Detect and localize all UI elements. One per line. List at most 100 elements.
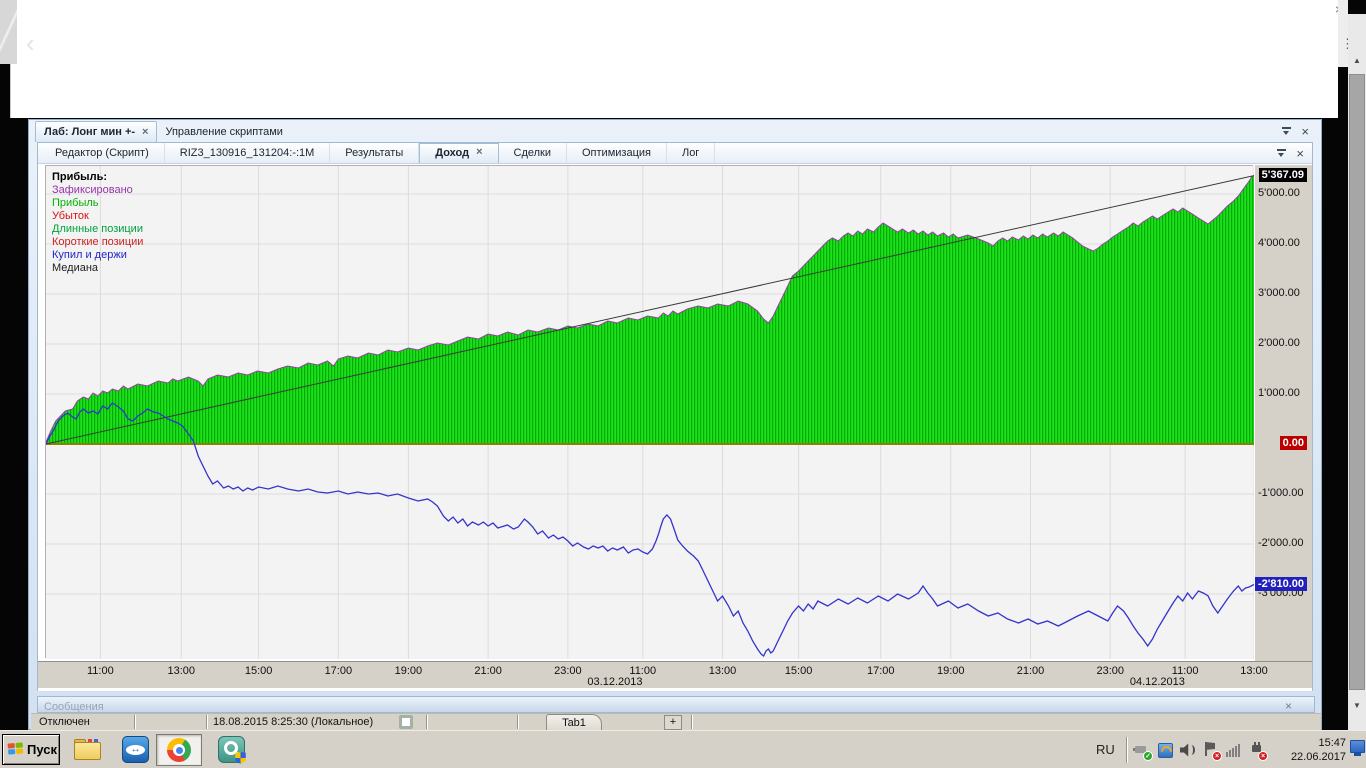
volume-icon[interactable] bbox=[1179, 741, 1197, 759]
x-tick-label: 21:00 bbox=[1016, 665, 1045, 677]
divider bbox=[426, 715, 428, 729]
network-disconnected-icon[interactable]: × bbox=[1248, 741, 1268, 761]
x-date-label: 03.12.2013 bbox=[587, 676, 643, 688]
tab-label: Доход bbox=[435, 147, 470, 159]
tray-date: 22.06.2017 bbox=[1290, 751, 1346, 763]
y-tick-label: 2'000.00 bbox=[1258, 337, 1300, 349]
close-icon[interactable]: × bbox=[1285, 699, 1292, 712]
browser-scrollbar[interactable]: ▲ ▼ bbox=[1348, 14, 1366, 730]
tab-label: Результаты bbox=[345, 147, 404, 159]
equity-chart-plot[interactable]: Прибыль: Зафиксировано Прибыль Убыток Длинны… bbox=[45, 165, 1254, 659]
desktop: ‹ × ⋮ ▲ ▼ Лаб: Лонг мин +-×Управление ск… bbox=[0, 0, 1366, 768]
explorer-icon[interactable] bbox=[74, 739, 101, 761]
quik-icon[interactable] bbox=[218, 736, 246, 764]
legend-item-3: Длинные позиции bbox=[52, 223, 143, 235]
chrome-taskbar-button[interactable] bbox=[156, 734, 202, 766]
status-datetime: 18.08.2015 8:25:30 (Локальное) bbox=[213, 716, 374, 728]
document-panel: Редактор (Скрипт) RIZ3_130916_131204:-:1M… bbox=[37, 142, 1313, 691]
x-axis: 11:00 13:00 15:00 17:00 19:00 21:00 23:00 11:00… bbox=[38, 661, 1312, 688]
legend-item-0: Зафиксировано bbox=[52, 184, 133, 196]
back-arrow-icon: ‹ bbox=[26, 28, 35, 58]
add-tab-button[interactable]: + bbox=[664, 715, 682, 730]
doc-tab-2[interactable]: Результаты bbox=[330, 143, 420, 163]
doc-tab-3[interactable]: Доход × bbox=[419, 143, 499, 163]
system-tray: ✓ × × bbox=[1133, 741, 1268, 761]
tray-clock[interactable]: 15:47 22.06.2017 bbox=[1274, 736, 1346, 764]
chrome-icon bbox=[167, 738, 191, 762]
teamviewer-icon[interactable]: ↔ bbox=[122, 736, 149, 763]
window-tab-1[interactable]: Управление скриптами bbox=[157, 122, 290, 142]
usb-safely-remove-icon[interactable]: ✓ bbox=[1133, 741, 1153, 761]
tab-close-icon[interactable]: × bbox=[142, 127, 148, 138]
x-tick-label: 17:00 bbox=[324, 665, 353, 677]
x-tick-label: 15:00 bbox=[244, 665, 273, 677]
start-label: Пуск bbox=[27, 742, 57, 757]
workspace-tab[interactable]: Tab1 bbox=[546, 714, 602, 731]
panel-controls: × bbox=[1276, 147, 1304, 160]
window-tabbar: Лаб: Лонг мин +- × Управление скриптами bbox=[35, 120, 291, 142]
app-window: Лаб: Лонг мин +- × Управление скриптами × … bbox=[28, 119, 1322, 731]
close-icon[interactable]: × bbox=[1301, 125, 1309, 138]
y-marker-zero: 0.00 bbox=[1279, 436, 1307, 450]
y-tick-label: 4'000.00 bbox=[1258, 237, 1300, 249]
x-tick-label: 23:00 bbox=[1096, 665, 1124, 677]
legend-item-4: Короткие позиции bbox=[52, 236, 144, 248]
action-center-flag-icon[interactable]: × bbox=[1202, 741, 1222, 761]
tab-label: Оптимизация bbox=[582, 147, 651, 159]
divider bbox=[1126, 737, 1128, 763]
dock-icon[interactable] bbox=[1276, 148, 1287, 159]
y-tick-label: 1'000.00 bbox=[1258, 387, 1300, 399]
legend-title: Прибыль: bbox=[52, 171, 107, 183]
dock-icon[interactable] bbox=[1281, 126, 1292, 137]
doc-tab-4[interactable]: Сделки bbox=[499, 143, 567, 163]
tab-label: RIZ3_130916_131204:-:1M bbox=[179, 147, 315, 159]
y-marker-equity-last: 5'367.09 bbox=[1258, 168, 1307, 182]
doc-tab-5[interactable]: Оптимизация bbox=[567, 143, 667, 163]
tab-label: Редактор (Скрипт) bbox=[55, 147, 149, 159]
y-tick-label: -1'000.00 bbox=[1258, 487, 1304, 499]
legend-item-1: Прибыль bbox=[52, 197, 99, 209]
tab-label: Лаб: Лонг мин +- bbox=[44, 126, 136, 138]
scrollbar-thumb[interactable] bbox=[1349, 74, 1365, 690]
taskbar: Пуск ↔ RU ✓ × × 15:47 22.06.2017 bbox=[0, 730, 1366, 768]
scroll-up-icon[interactable]: ▲ bbox=[1348, 56, 1366, 65]
start-button[interactable]: Пуск bbox=[2, 734, 60, 765]
panel-toggle-icon[interactable] bbox=[399, 715, 413, 729]
x-tick-label: 23:00 bbox=[554, 665, 582, 677]
tab-label: Сделки bbox=[513, 147, 552, 159]
browser-tab-corner bbox=[0, 0, 17, 64]
messages-collapsed-bar[interactable]: Сообщения × bbox=[37, 696, 1315, 713]
y-tick-label: -2'000.00 bbox=[1258, 537, 1304, 549]
x-tick-label: 13:00 bbox=[167, 665, 196, 677]
window-tab-0[interactable]: Лаб: Лонг мин +- × bbox=[35, 121, 158, 142]
divider bbox=[691, 715, 693, 729]
window-controls: × bbox=[1281, 125, 1309, 138]
close-icon[interactable]: × bbox=[1296, 147, 1304, 160]
browser-frame bbox=[1338, 0, 1348, 67]
tray-time: 15:47 bbox=[1318, 737, 1346, 749]
x-tick-label: 13:00 bbox=[708, 665, 737, 677]
tab-close-icon[interactable]: × bbox=[476, 147, 482, 163]
scroll-down-icon[interactable]: ▼ bbox=[1348, 701, 1366, 710]
tab-label: Лог bbox=[681, 147, 700, 159]
x-tick-label: 21:00 bbox=[474, 665, 502, 677]
network-signal-icon[interactable] bbox=[1225, 741, 1243, 759]
divider bbox=[517, 715, 519, 729]
status-bar: Отключен 18.08.2015 8:25:30 (Локальное) … bbox=[31, 713, 1321, 731]
legend-item-2: Убыток bbox=[52, 210, 89, 222]
doc-tab-1[interactable]: RIZ3_130916_131204:-:1M bbox=[165, 143, 331, 163]
y-marker-buyhold-last: -2'810.00 bbox=[1254, 577, 1307, 591]
doc-tab-6[interactable]: Лог bbox=[667, 143, 716, 163]
browser-page: ‹ × bbox=[10, 0, 1343, 118]
messages-label: Сообщения bbox=[44, 701, 104, 713]
x-date-label: 04.12.2013 bbox=[1129, 676, 1185, 688]
windows-update-icon[interactable] bbox=[1156, 741, 1174, 759]
legend-item-6: Медиана bbox=[52, 262, 99, 274]
x-tick-label: 13:00 bbox=[1240, 665, 1268, 677]
y-tick-label: 3'000.00 bbox=[1258, 287, 1300, 299]
language-indicator[interactable]: RU bbox=[1096, 742, 1115, 757]
chart-legend: Прибыль: Зафиксировано Прибыль Убыток Длинны… bbox=[52, 171, 143, 275]
show-desktop-icon[interactable] bbox=[1350, 740, 1365, 756]
doc-tab-0[interactable]: Редактор (Скрипт) bbox=[40, 143, 165, 163]
x-tick-label: 15:00 bbox=[784, 665, 813, 677]
